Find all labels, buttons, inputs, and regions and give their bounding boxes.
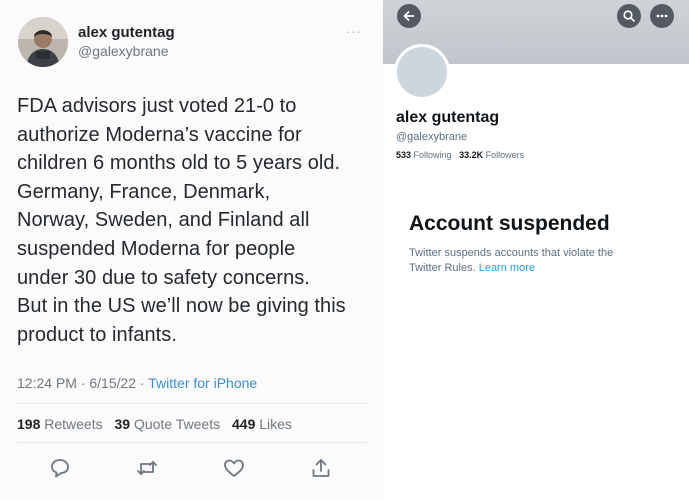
tweet-text-line: children 6 months old to 5 years old.	[17, 152, 341, 175]
tweet-text-line: suspended Moderna for people	[17, 237, 296, 260]
more-options-icon[interactable]: ···	[346, 24, 362, 39]
profile-handle: @galexybrane	[396, 131, 468, 143]
tweet-text-line: FDA advisors just voted 21-0 to	[17, 95, 297, 117]
quote-tweets-count[interactable]: 39	[115, 416, 131, 432]
suspended-title: Account suspended	[409, 212, 610, 235]
author-handle[interactable]: @galexybrane	[78, 43, 169, 59]
followers-count[interactable]: 33.2K	[459, 150, 483, 160]
author-avatar[interactable]	[18, 17, 68, 67]
author-name[interactable]: alex gutentag	[78, 24, 175, 41]
divider	[17, 442, 367, 443]
learn-more-link[interactable]: Learn more	[479, 262, 535, 274]
quote-tweets-label[interactable]: Quote Tweets	[134, 416, 220, 432]
tweet-card: alex gutentag @galexybrane ··· FDA advis…	[0, 0, 383, 500]
tweet-timestamp[interactable]: 12:24 PM · 6/15/22 ·	[17, 375, 148, 391]
tweet-text: FDA advisors just voted 21-0 to authoriz…	[17, 92, 375, 349]
tweet-text-line: authorize Moderna’s vaccine for	[17, 123, 302, 146]
profile-page: alex gutentag @galexybrane 533 Following…	[383, 0, 689, 500]
retweets-label[interactable]: Retweets	[44, 416, 102, 432]
tweet-text-line: But in the US we’ll now be giving this	[17, 295, 346, 318]
reply-icon[interactable]	[48, 456, 72, 480]
like-icon[interactable]	[222, 456, 246, 480]
likes-label[interactable]: Likes	[259, 416, 292, 432]
profile-name: alex gutentag	[396, 109, 500, 126]
suspended-text: Twitter suspends accounts that violate t…	[409, 247, 614, 259]
tweet-source-link[interactable]: Twitter for iPhone	[148, 375, 257, 391]
tweet-meta: 12:24 PM · 6/15/22 · Twitter for iPhone	[17, 375, 257, 391]
following-count[interactable]: 533	[396, 150, 411, 160]
following-label[interactable]: Following	[414, 150, 452, 160]
share-icon[interactable]	[309, 456, 333, 480]
more-menu-icon[interactable]	[650, 4, 674, 28]
avatar-photo	[18, 17, 68, 67]
retweets-count[interactable]: 198	[17, 416, 40, 432]
tweet-text-line: under 30 due to safety concerns.	[17, 266, 310, 289]
tweet-stats: 198 Retweets 39 Quote Tweets 449 Likes	[17, 416, 292, 432]
likes-count[interactable]: 449	[232, 416, 255, 432]
tweet-text-line: Germany, France, Denmark,	[17, 180, 271, 203]
profile-avatar	[394, 44, 450, 100]
search-icon[interactable]	[617, 4, 641, 28]
follow-stats: 533 Following 33.2K Followers	[396, 150, 524, 160]
suspended-description: Twitter suspends accounts that violate t…	[409, 246, 669, 276]
divider	[17, 403, 367, 404]
retweet-icon[interactable]	[135, 456, 159, 480]
followers-label[interactable]: Followers	[486, 150, 525, 160]
back-arrow-icon[interactable]	[397, 4, 421, 28]
tweet-text-line: product to infants.	[17, 323, 177, 346]
tweet-text-line: Norway, Sweden, and Finland all	[17, 209, 310, 232]
suspended-text: Twitter Rules.	[409, 262, 476, 274]
composite-screenshot: alex gutentag @galexybrane ··· FDA advis…	[0, 0, 689, 500]
